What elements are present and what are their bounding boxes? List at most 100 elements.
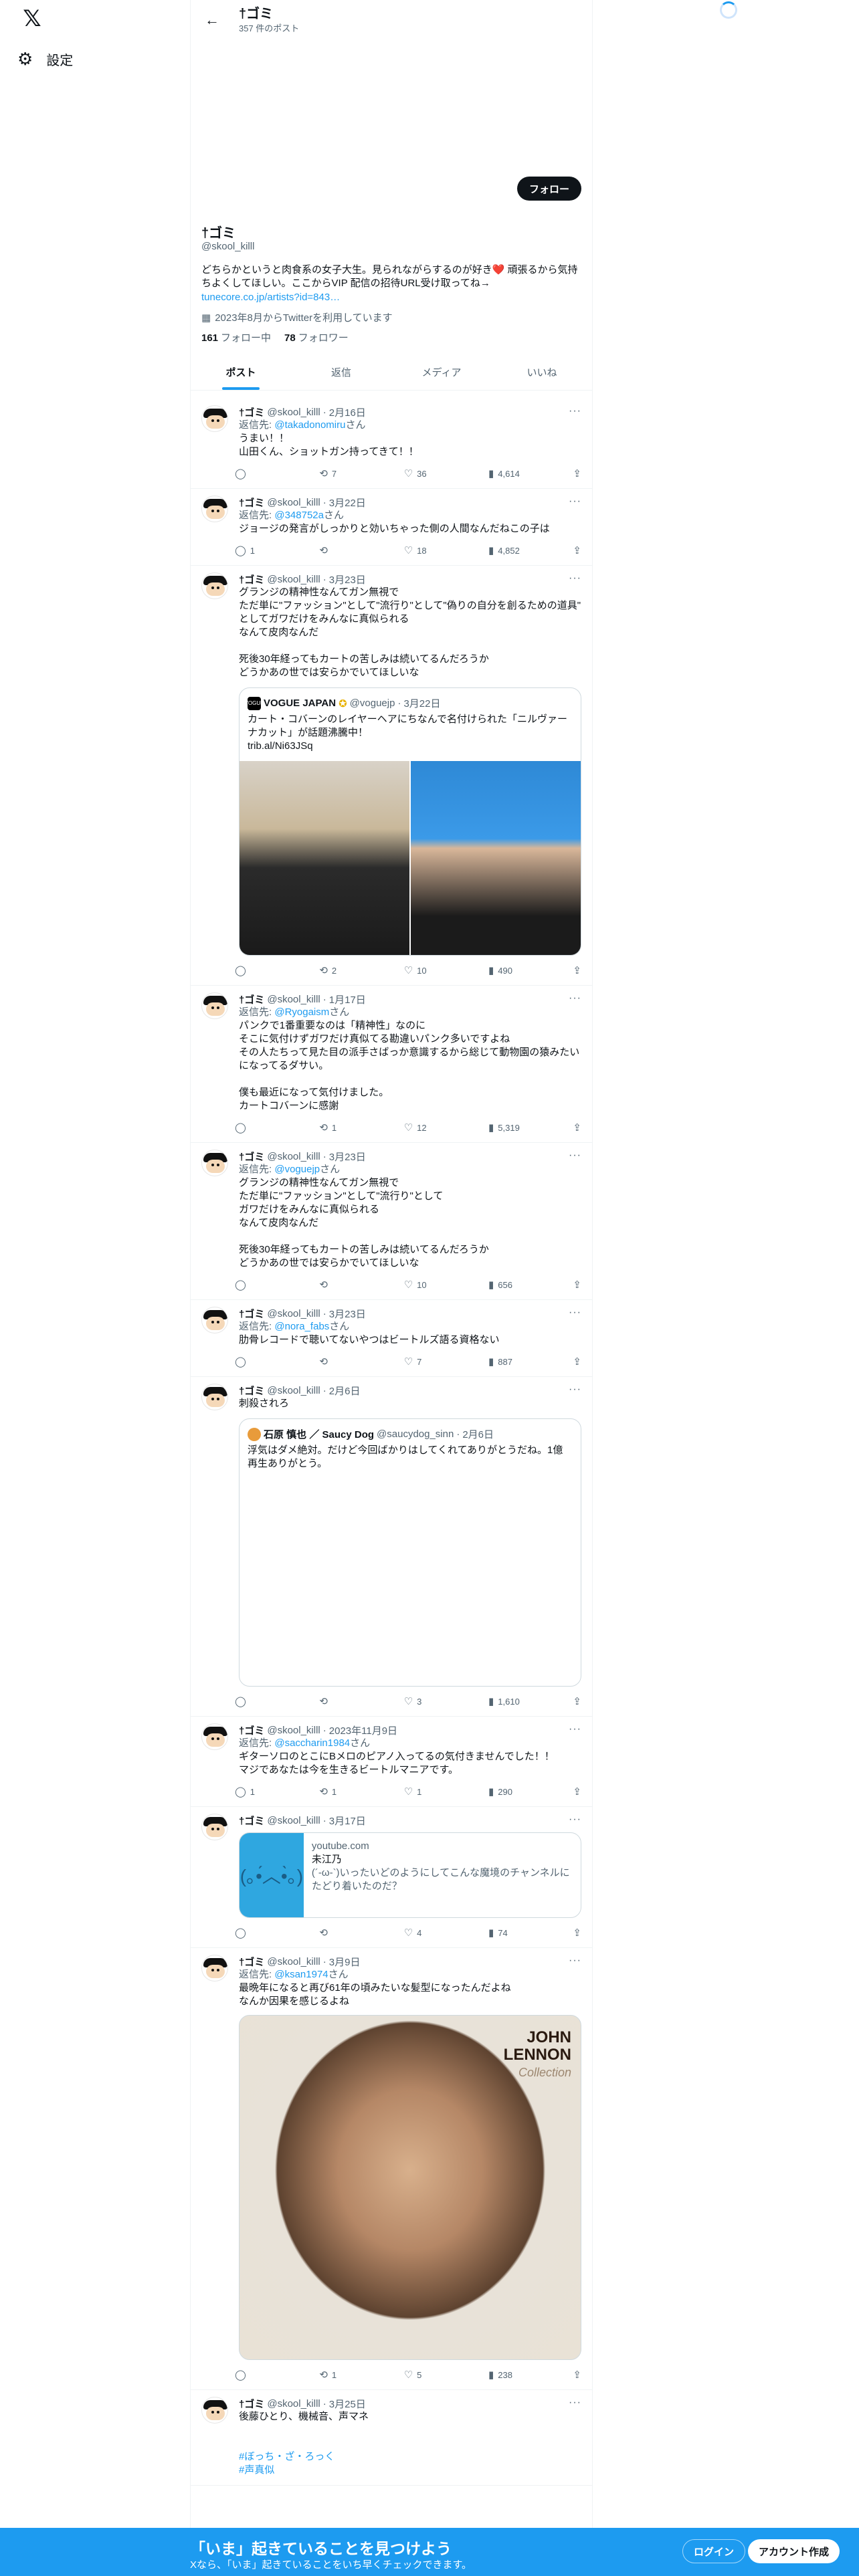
retweet-button[interactable]: ⟲ 2	[319, 964, 394, 976]
like-button[interactable]: ♡ 18	[404, 544, 479, 556]
login-button[interactable]: ログイン	[682, 2539, 746, 2563]
tweet-author-name[interactable]: †ゴミ	[239, 1814, 264, 1828]
retweet-button[interactable]: ⟲	[319, 544, 394, 556]
more-options-icon[interactable]: ···	[569, 405, 581, 417]
tweet-date[interactable]: 3月17日	[329, 1814, 366, 1828]
tab-likes[interactable]: いいね	[492, 354, 592, 390]
quoted-media[interactable]	[240, 761, 581, 955]
share-button[interactable]: ⇪	[573, 2369, 581, 2381]
tweet-date[interactable]: 3月9日	[329, 1955, 361, 1969]
avatar[interactable]	[201, 572, 228, 599]
tweet-author-name[interactable]: †ゴミ	[239, 405, 264, 419]
tweet[interactable]: ··· †ゴミ @skool_killl · 3月25日 後藤ひとり、機械音、声マネ #ぼ…	[191, 2390, 592, 2486]
reply-to-handle[interactable]: @Ryogaism	[274, 1006, 329, 1018]
reply-button[interactable]: ◯	[235, 1279, 310, 1291]
tweet-date[interactable]: 3月22日	[329, 496, 366, 510]
tweet[interactable]: ··· †ゴミ @skool_killl · 2月16日 返信先: @takadonomi…	[191, 399, 592, 489]
more-options-icon[interactable]: ···	[569, 1384, 581, 1396]
share-button[interactable]: ⇪	[573, 544, 581, 556]
tweet[interactable]: ··· †ゴミ @skool_killl · 3月23日 返信先: @nora_fabsさ…	[191, 1300, 592, 1377]
reply-button[interactable]: ◯	[235, 1121, 310, 1134]
reply-to-handle[interactable]: @348752a	[274, 510, 324, 521]
tab-replies[interactable]: 返信	[291, 354, 391, 390]
tweet-author-name[interactable]: †ゴミ	[239, 1723, 264, 1737]
tweet-author-name[interactable]: †ゴミ	[239, 2397, 264, 2411]
like-button[interactable]: ♡ 3	[404, 1695, 479, 1707]
reply-to-handle[interactable]: @nora_fabs	[274, 1321, 329, 1332]
tweet[interactable]: ··· †ゴミ @skool_killl · 3月22日 返信先: @348752aさんジ…	[191, 489, 592, 566]
quoted-image-photo-1[interactable]	[240, 761, 409, 955]
share-button[interactable]: ⇪	[573, 1695, 581, 1707]
avatar[interactable]	[201, 992, 228, 1019]
reply-to-handle[interactable]: @saccharin1984	[274, 1737, 350, 1749]
tweet-author-name[interactable]: †ゴミ	[239, 1150, 264, 1164]
tweet[interactable]: ··· †ゴミ @skool_killl · 3月23日 返信先: @voguejpさんグ…	[191, 1143, 592, 1300]
reply-button[interactable]: ◯	[235, 964, 310, 976]
retweet-button[interactable]: ⟲ 1	[319, 2369, 394, 2381]
views-button[interactable]: ▮ 238	[488, 2369, 563, 2381]
retweet-button[interactable]: ⟲ 1	[319, 1121, 394, 1134]
reply-button[interactable]: ◯	[235, 1695, 310, 1707]
like-button[interactable]: ♡ 10	[404, 964, 479, 976]
like-button[interactable]: ♡ 10	[404, 1279, 479, 1291]
more-options-icon[interactable]: ···	[569, 1814, 581, 1826]
retweet-button[interactable]: ⟲	[319, 1927, 394, 1939]
followers-link[interactable]: 78 フォロワー	[284, 330, 349, 344]
avatar[interactable]	[201, 1384, 228, 1410]
views-button[interactable]: ▮ 1,610	[488, 1695, 563, 1707]
tweet-author-name[interactable]: †ゴミ	[239, 1955, 264, 1969]
create-account-button[interactable]: アカウント作成	[748, 2539, 840, 2563]
more-options-icon[interactable]: ···	[569, 1150, 581, 1162]
more-options-icon[interactable]: ···	[569, 1307, 581, 1319]
share-button[interactable]: ⇪	[573, 1356, 581, 1368]
retweet-button[interactable]: ⟲	[319, 1356, 394, 1368]
avatar[interactable]	[201, 496, 228, 522]
views-button[interactable]: ▮ 656	[488, 1279, 563, 1291]
tweet-date[interactable]: 3月23日	[329, 572, 366, 586]
tweet[interactable]: ··· †ゴミ @skool_killl · 3月23日 グランジの精神性なんてガン無視で…	[191, 566, 592, 986]
avatar[interactable]	[201, 1307, 228, 1333]
tweet[interactable]: ··· †ゴミ @skool_killl · 3月9日 返信先: @ksan1974さん最…	[191, 1948, 592, 2390]
tweet-date[interactable]: 1月17日	[329, 992, 366, 1006]
retweet-button[interactable]: ⟲	[319, 1695, 394, 1707]
reply-to-handle[interactable]: @voguejp	[274, 1164, 320, 1175]
tweet-date[interactable]: 2023年11月9日	[329, 1723, 397, 1737]
nav-settings-link[interactable]: ⚙ 設定	[17, 45, 84, 72]
tweet-author-name[interactable]: †ゴミ	[239, 572, 264, 586]
views-button[interactable]: ▮ 74	[488, 1927, 563, 1939]
share-button[interactable]: ⇪	[573, 1786, 581, 1798]
share-button[interactable]: ⇪	[573, 964, 581, 976]
quoted-tweet[interactable]: 石原 慎也 ／ Saucy Dog @saucydog_sinn · 2月6日 浮気はダ…	[239, 1418, 581, 1687]
reply-button[interactable]: ◯	[235, 1927, 310, 1939]
share-button[interactable]: ⇪	[573, 1279, 581, 1291]
views-button[interactable]: ▮ 5,319	[488, 1121, 563, 1134]
retweet-button[interactable]: ⟲ 1	[319, 1786, 394, 1798]
reply-button[interactable]: ◯	[235, 467, 310, 479]
quoted-tweet[interactable]: VOGUE VOGUE JAPAN ✪ @voguejp · 3月22日 カート・コバーンの…	[239, 687, 581, 956]
views-button[interactable]: ▮ 290	[488, 1786, 563, 1798]
like-button[interactable]: ♡ 5	[404, 2369, 479, 2381]
more-options-icon[interactable]: ···	[569, 1723, 581, 1735]
tab-media[interactable]: メディア	[391, 354, 492, 390]
share-button[interactable]: ⇪	[573, 467, 581, 479]
views-button[interactable]: ▮ 4,614	[488, 467, 563, 479]
tweet-author-name[interactable]: †ゴミ	[239, 992, 264, 1006]
like-button[interactable]: ♡ 4	[404, 1927, 479, 1939]
profile-link[interactable]: tunecore.co.jp/artists?id=843…	[201, 292, 340, 303]
avatar[interactable]	[201, 1955, 228, 1981]
tweet-image[interactable]: JOHN LENNON Collection	[239, 2015, 581, 2360]
tweet-author-name[interactable]: †ゴミ	[239, 1384, 264, 1398]
follow-button[interactable]: フォロー	[516, 177, 581, 201]
tweet-author-name[interactable]: †ゴミ	[239, 496, 264, 510]
tweet-date[interactable]: 3月25日	[329, 2397, 366, 2411]
x-logo-icon[interactable]: 𝕏	[19, 5, 45, 32]
quoted-image-photo-2[interactable]	[411, 761, 581, 955]
reply-button[interactable]: ◯ 1	[235, 1786, 310, 1798]
avatar[interactable]	[201, 1150, 228, 1176]
views-button[interactable]: ▮ 4,852	[488, 544, 563, 556]
back-arrow-icon[interactable]: ←	[200, 8, 224, 32]
avatar[interactable]	[201, 1814, 228, 1840]
more-options-icon[interactable]: ···	[569, 1955, 581, 1967]
tweet-hashtags[interactable]: #ぼっち・ざ・ろっく #声真似	[239, 2450, 581, 2477]
retweet-button[interactable]: ⟲ 7	[319, 467, 394, 479]
